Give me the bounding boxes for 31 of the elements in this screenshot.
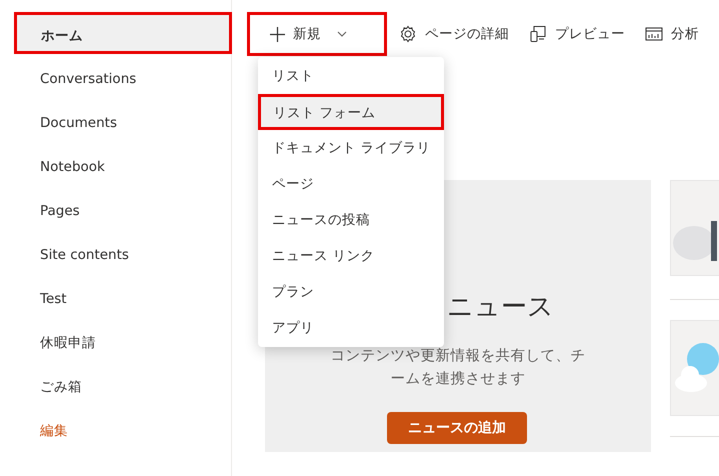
sidebar-item[interactable]: ホーム: [14, 12, 232, 54]
toolbar-button[interactable]: ページの詳細: [391, 12, 517, 56]
devices-icon: [529, 25, 547, 43]
menu-item[interactable]: ニュースの投稿: [258, 202, 444, 238]
sidebar-item[interactable]: Site contents: [14, 232, 232, 274]
sidebar-item[interactable]: 休暇申請: [14, 320, 232, 362]
menu-item[interactable]: ドキュメント ライブラリ: [258, 130, 444, 166]
menu-item[interactable]: ページ: [258, 166, 444, 202]
menu-item[interactable]: ニュース リンク: [258, 238, 444, 274]
toolbar-button[interactable]: プレビュー: [521, 12, 633, 56]
sidebar-item[interactable]: Notebook: [14, 144, 232, 186]
edit-link[interactable]: 編集: [14, 408, 232, 450]
toolbar-button[interactable]: 分析: [637, 12, 707, 56]
plus-icon: [270, 26, 285, 42]
menu-item[interactable]: アプリ: [258, 310, 444, 346]
sidebar-item[interactable]: Documents: [14, 100, 232, 142]
caret-icon: [337, 31, 347, 37]
new-button[interactable]: 新規: [247, 12, 387, 56]
menu-item[interactable]: リスト: [258, 58, 444, 94]
placeholder-drawing: [675, 343, 719, 393]
chart-icon: [645, 25, 663, 43]
add-news-button[interactable]: ニュースの追加: [387, 412, 527, 444]
sidebar-item[interactable]: Test: [14, 276, 232, 318]
sidebar-item[interactable]: Pages: [14, 188, 232, 230]
sidebar-item[interactable]: Conversations: [14, 56, 232, 98]
news-title: ニュース: [447, 292, 554, 324]
sidebar-item[interactable]: ごみ箱: [14, 364, 232, 406]
news-description: コンテンツや更新情報を共有して、チームを連携させます: [330, 346, 586, 390]
menu-item[interactable]: プラン: [258, 274, 444, 310]
settings-icon: [399, 25, 417, 43]
menu-item[interactable]: リスト フォーム: [258, 94, 444, 130]
